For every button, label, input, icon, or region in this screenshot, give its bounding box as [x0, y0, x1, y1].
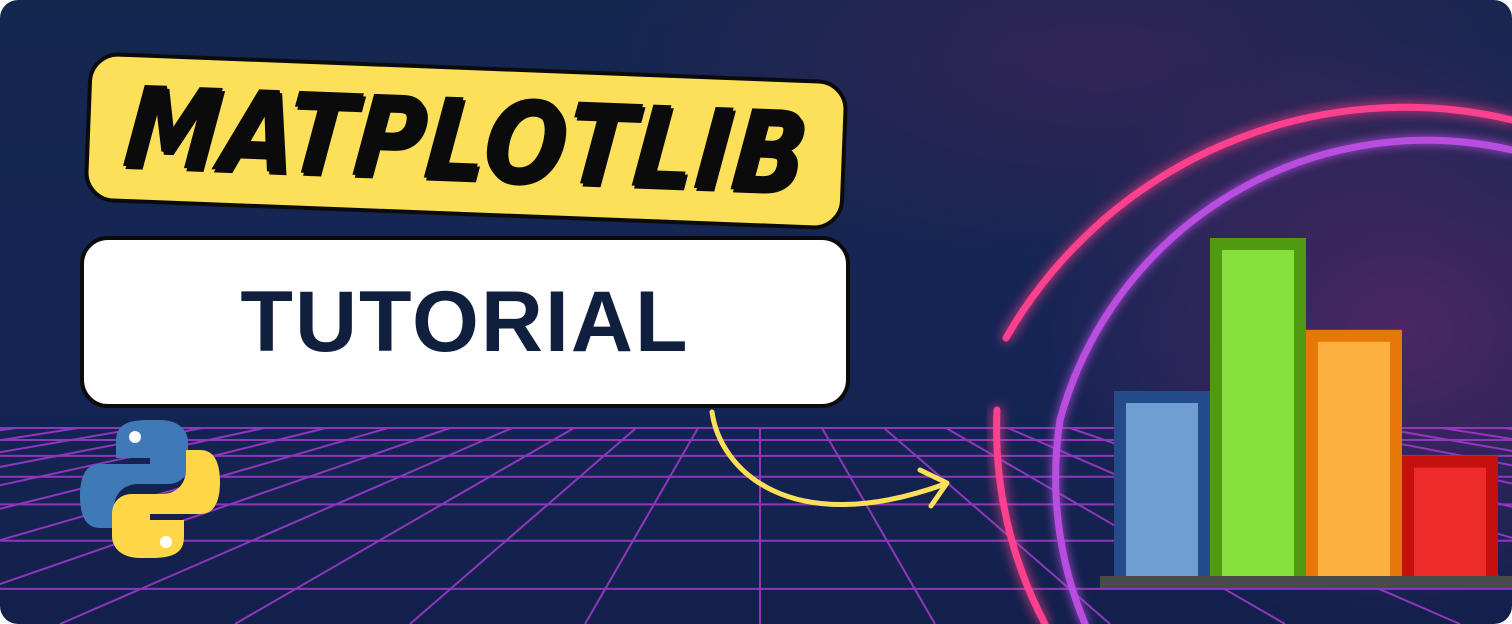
curved-arrow-icon	[709, 409, 950, 509]
title-badge: MATPLOTLIB	[83, 51, 849, 231]
python-logo-icon	[80, 420, 220, 558]
outer-neon-ring-lower	[993, 406, 1049, 624]
bar-3	[1318, 341, 1390, 578]
subtitle-badge: TUTORIAL	[80, 236, 850, 408]
thumbnail-banner: MATPLOTLIB TUTORIAL	[0, 0, 1512, 624]
page-subtitle: TUTORIAL	[240, 274, 690, 370]
page-title: MATPLOTLIB	[118, 63, 814, 219]
bar-chart-illustration	[1114, 238, 1498, 578]
bar-2	[1222, 250, 1294, 578]
bar-chart-shelf	[1100, 576, 1512, 588]
bar-4	[1414, 467, 1486, 578]
bar-1	[1126, 403, 1198, 578]
